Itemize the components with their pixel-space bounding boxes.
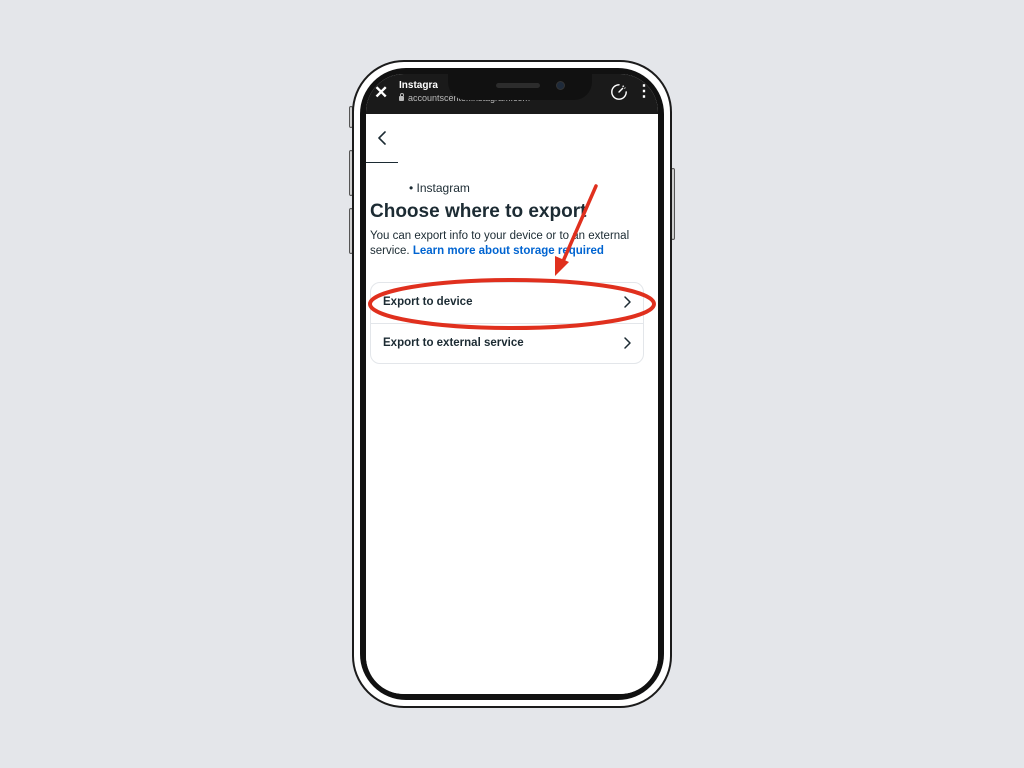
account-label: • Instagram [409,181,470,195]
chevron-right-icon [624,296,631,308]
learn-more-link[interactable]: Learn more about storage required [413,245,604,257]
export-options-card: Export to device Export to external serv… [370,282,644,364]
front-camera [556,81,565,90]
export-to-external-service-option[interactable]: Export to external service [371,324,643,364]
lock-icon [399,93,404,102]
more-vertical-icon[interactable]: ⋮ [636,80,652,104]
phone-notch [448,74,592,100]
back-arrow-icon[interactable] [372,128,392,148]
chevron-right-icon [624,337,631,349]
page-title: Choose where to export [370,201,587,222]
phone-frame: ✕ Instagra accountscenter.instagram.com … [352,60,672,708]
phone-screen: ✕ Instagra accountscenter.instagram.com … [366,74,658,694]
option-label: Export to external service [383,337,524,349]
export-to-device-option[interactable]: Export to device [371,283,643,324]
browser-site-title: Instagra [399,80,438,91]
page-content: • Instagram Choose where to export You c… [366,114,658,694]
option-label: Export to device [383,296,473,308]
header-divider [366,162,398,163]
close-icon[interactable]: ✕ [374,83,388,103]
stage: ✕ Instagra accountscenter.instagram.com … [0,0,1024,768]
page-description: You can export info to your device or to… [370,229,640,259]
speaker-grille [496,83,540,88]
speedometer-icon[interactable] [610,83,628,101]
